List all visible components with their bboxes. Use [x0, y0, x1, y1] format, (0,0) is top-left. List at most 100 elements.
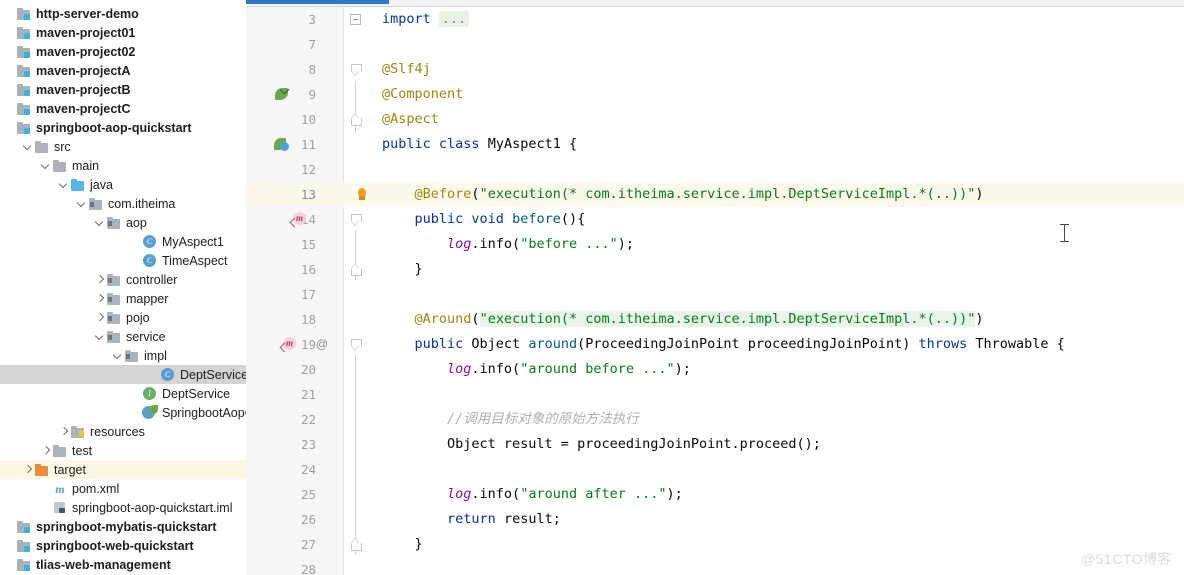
tree-item-maven-project02[interactable]: maven-project02: [0, 42, 246, 61]
tree-item-label: tlias-web-management: [36, 557, 171, 572]
code-line[interactable]: 17: [246, 282, 1184, 307]
tree-item-maven-projecta[interactable]: maven-projectA: [0, 61, 246, 80]
spring-bean-gutter-icon[interactable]: [274, 84, 290, 102]
tree-item-springboot-aop-quickstart[interactable]: springboot-aop-quickstart: [0, 118, 246, 137]
code-content[interactable]: 3 import ... 7 8 @Slf4j 9 @Component 10 @Aspect 1…: [246, 7, 1184, 575]
code-line[interactable]: 27 }: [246, 532, 1184, 557]
code-line[interactable]: 14 m public void before(){: [246, 207, 1184, 232]
project-tool-window[interactable]: http-server-demo maven-project01 maven-pro…: [0, 0, 246, 575]
chevron-right-icon[interactable]: [94, 274, 105, 285]
tree-item-deptservice[interactable]: I DeptService: [0, 384, 246, 403]
line-number: 28: [300, 562, 316, 575]
tree-item-maven-project01[interactable]: maven-project01: [0, 23, 246, 42]
code-line[interactable]: 15 log.info("before ...");: [246, 232, 1184, 257]
chevron-down-icon[interactable]: [76, 198, 87, 209]
tree-item-springboot-mybatis-quickstart[interactable]: springboot-mybatis-quickstart: [0, 517, 246, 536]
no-chevron-spacer: [40, 483, 51, 494]
code-line[interactable]: 23 Object result = proceedingJoinPoint.p…: [246, 432, 1184, 457]
tree-item-label: service: [126, 329, 166, 344]
no-chevron-spacer: [130, 407, 141, 418]
code-line-text: return result;: [447, 511, 561, 527]
chevron-right-icon[interactable]: [58, 426, 69, 437]
code-line[interactable]: 18 @Around("execution(* com.itheima.serv…: [246, 307, 1184, 332]
code-line[interactable]: 26 return result;: [246, 507, 1184, 532]
tree-item-timeaspect[interactable]: C TimeAspect: [0, 251, 246, 270]
tree-item-deptserviceimpl[interactable]: C DeptServiceImpl: [0, 365, 246, 384]
annotation-gutter-icon[interactable]: @: [314, 336, 330, 352]
no-chevron-spacer: [4, 46, 15, 57]
code-line[interactable]: 9 @Component: [246, 82, 1184, 107]
code-line[interactable]: 25 log.info("around after ...");: [246, 482, 1184, 507]
tree-item-maven-projectb[interactable]: maven-projectB: [0, 80, 246, 99]
editor-tab-strip[interactable]: [246, 0, 1184, 7]
java-class-icon: C: [160, 367, 176, 383]
code-line-text: @Around("execution(* com.itheima.service…: [414, 311, 984, 327]
line-number: 22: [300, 412, 316, 427]
module-folder-icon: [16, 101, 32, 117]
chevron-down-icon[interactable]: [94, 331, 105, 342]
chevron-down-icon[interactable]: [40, 160, 51, 171]
code-line[interactable]: 22 //调用目标对象的原始方法执行: [246, 407, 1184, 432]
chevron-down-icon[interactable]: [58, 179, 69, 190]
tree-item-mapper[interactable]: mapper: [0, 289, 246, 308]
tree-item-resources[interactable]: resources: [0, 422, 246, 441]
chevron-down-icon[interactable]: [22, 141, 33, 152]
tree-item-controller[interactable]: controller: [0, 270, 246, 289]
code-line[interactable]: 20 log.info("around before ...");: [246, 357, 1184, 382]
code-editor[interactable]: 3 import ... 7 8 @Slf4j 9 @Component 10 @Aspect 1…: [246, 0, 1184, 575]
tree-item-target[interactable]: target: [0, 460, 246, 479]
tree-item-test[interactable]: test: [0, 441, 246, 460]
code-line[interactable]: 16 }: [246, 257, 1184, 282]
fold-region-end-icon[interactable]: [351, 539, 362, 551]
tree-item-java[interactable]: java: [0, 175, 246, 194]
fold-region-end-icon[interactable]: [351, 114, 362, 126]
code-line[interactable]: 7: [246, 32, 1184, 57]
fold-region-start-icon[interactable]: [351, 64, 362, 75]
spring-bean-dependency-gutter-icon[interactable]: [274, 136, 290, 152]
chevron-down-icon[interactable]: [112, 350, 123, 361]
code-line[interactable]: 8 @Slf4j: [246, 57, 1184, 82]
code-line[interactable]: 24: [246, 457, 1184, 482]
code-line[interactable]: 21: [246, 382, 1184, 407]
chevron-right-icon[interactable]: [40, 445, 51, 456]
tree-item-label: pom.xml: [72, 481, 120, 496]
tree-item-maven-projectc[interactable]: maven-projectC: [0, 99, 246, 118]
fold-region-start-icon[interactable]: [351, 339, 362, 350]
code-line[interactable]: 12: [246, 157, 1184, 182]
code-line[interactable]: 19 m @ public Object around(ProceedingJoin…: [246, 332, 1184, 357]
tree-item-com-itheima[interactable]: com.itheima: [0, 194, 246, 213]
chevron-right-icon[interactable]: [94, 293, 105, 304]
tree-item-main[interactable]: main: [0, 156, 246, 175]
code-line[interactable]: 3 import ...: [246, 7, 1184, 32]
code-line[interactable]: 11 public class MyAspect1 {: [246, 132, 1184, 157]
code-line[interactable]: 13 @Before("execution(* com.itheima.serv…: [246, 182, 1184, 207]
package-icon: [124, 348, 140, 364]
line-number: 25: [300, 487, 316, 502]
fold-region-end-icon[interactable]: [351, 264, 362, 276]
tree-item-pojo[interactable]: pojo: [0, 308, 246, 327]
package-icon: [88, 196, 104, 212]
aop-advice-gutter-icon[interactable]: m: [279, 336, 298, 353]
chevron-down-icon[interactable]: [94, 217, 105, 228]
tree-item-label: maven-projectB: [36, 82, 131, 97]
tree-item-springboot-aop-quickstart-iml[interactable]: springboot-aop-quickstart.iml: [0, 498, 246, 517]
fold-collapse-icon[interactable]: [350, 14, 361, 25]
tree-item-springbootaopquickstarta[interactable]: SpringbootAopQuickstartA: [0, 403, 246, 422]
tree-item-myaspect1[interactable]: C MyAspect1: [0, 232, 246, 251]
code-line[interactable]: 28: [246, 557, 1184, 575]
tree-item-pom-xml[interactable]: m pom.xml: [0, 479, 246, 498]
tree-item-service[interactable]: service: [0, 327, 246, 346]
tree-item-aop[interactable]: aop: [0, 213, 246, 232]
fold-region-start-icon[interactable]: [351, 214, 362, 225]
aop-advice-gutter-icon[interactable]: m: [289, 211, 308, 228]
tree-item-tlias-web-management[interactable]: tlias-web-management: [0, 555, 246, 574]
tree-item-impl[interactable]: impl: [0, 346, 246, 365]
tree-item-http-server-demo[interactable]: http-server-demo: [0, 4, 246, 23]
tree-item-src[interactable]: src: [0, 137, 246, 156]
intention-bulb-icon[interactable]: [354, 186, 370, 202]
code-line[interactable]: 10 @Aspect: [246, 107, 1184, 132]
tree-item-springboot-web-quickstart[interactable]: springboot-web-quickstart: [0, 536, 246, 555]
line-number: 7: [308, 37, 316, 52]
chevron-right-icon[interactable]: [94, 312, 105, 323]
chevron-right-icon[interactable]: [22, 464, 33, 475]
